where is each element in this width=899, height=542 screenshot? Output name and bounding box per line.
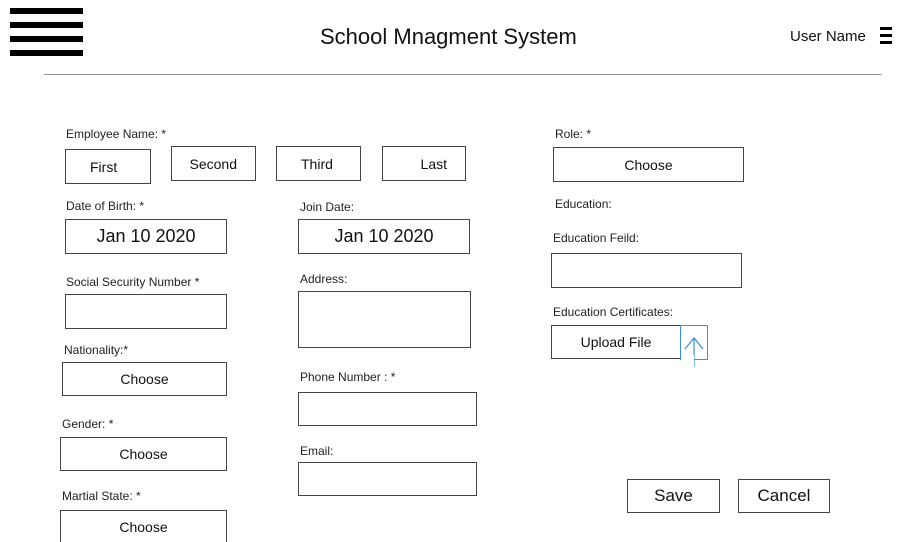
address-field[interactable] <box>298 291 471 348</box>
marital-state-label: Martial State: * <box>62 489 141 503</box>
employee-name-label: Employee Name: * <box>66 127 167 141</box>
user-menu-icon[interactable] <box>880 27 892 47</box>
marital-state-select[interactable]: Choose <box>60 510 227 542</box>
third-name-field[interactable]: Third <box>276 146 361 181</box>
date-of-birth-label: Date of Birth: * <box>66 199 145 213</box>
role-label: Role: * <box>555 127 592 141</box>
join-date-field[interactable]: Jan 10 2020 <box>298 219 470 254</box>
first-name-field[interactable]: First <box>65 149 151 184</box>
join-date-label: Join Date: <box>300 200 355 214</box>
last-name-field[interactable]: Last <box>382 146 466 181</box>
address-label: Address: <box>300 272 348 286</box>
upload-file-button[interactable]: Upload File <box>551 325 681 359</box>
ssn-label: Social Security Number * <box>66 275 200 289</box>
email-field[interactable] <box>298 462 477 496</box>
nationality-label: Nationality:* <box>64 343 129 357</box>
education-field-input[interactable] <box>551 253 742 288</box>
cancel-button[interactable]: Cancel <box>738 479 830 513</box>
phone-label: Phone Number : * <box>300 370 396 384</box>
upload-icon[interactable] <box>680 325 708 367</box>
education-field-label: Education Feild: <box>553 231 640 245</box>
user-name[interactable]: User Name <box>790 28 866 45</box>
gender-label: Gender: * <box>62 417 114 431</box>
save-button[interactable]: Save <box>627 479 720 513</box>
header-divider <box>44 74 882 75</box>
menu-icon[interactable] <box>10 8 83 60</box>
gender-select[interactable]: Choose <box>60 437 227 471</box>
second-name-field[interactable]: Second <box>171 146 256 181</box>
education-certificates-label: Education Certificates: <box>553 305 674 319</box>
email-label: Email: <box>300 444 334 458</box>
phone-field[interactable] <box>298 392 477 426</box>
education-label: Education: <box>555 197 612 211</box>
ssn-field[interactable] <box>65 294 227 329</box>
date-of-birth-field[interactable]: Jan 10 2020 <box>65 219 227 254</box>
role-select[interactable]: Choose <box>553 147 744 182</box>
nationality-select[interactable]: Choose <box>62 362 227 396</box>
page-title: School Mnagment System <box>320 24 577 49</box>
